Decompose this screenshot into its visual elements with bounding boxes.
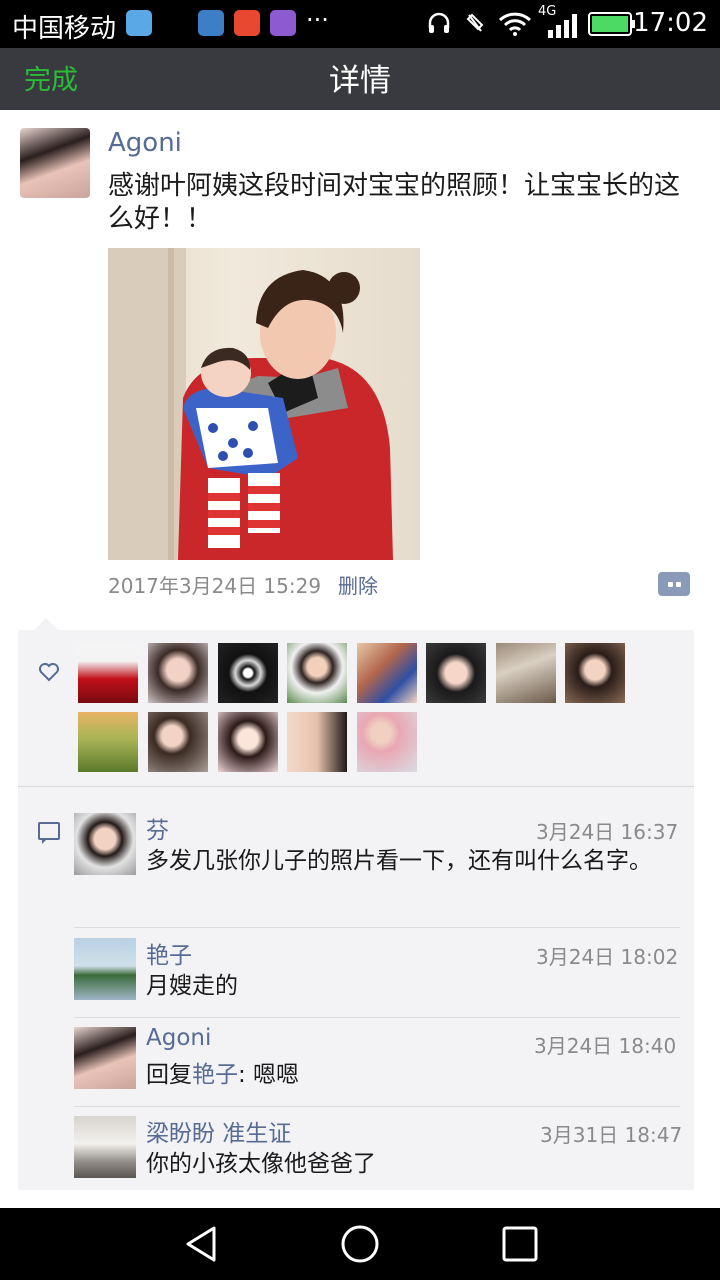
post-author-avatar[interactable]	[20, 128, 90, 198]
reply-target-name[interactable]: 艳子	[192, 1062, 238, 1088]
vibrate-off-icon	[466, 13, 484, 32]
commenter-avatar[interactable]	[74, 1027, 136, 1089]
comment-time: 3月24日 18:40	[534, 1034, 677, 1058]
comment-divider	[74, 1017, 680, 1018]
commenter-avatar[interactable]	[74, 938, 136, 1000]
like-avatar[interactable]	[287, 712, 347, 772]
comment-text[interactable]: 月嫂走的	[146, 971, 676, 1002]
page-title: 详情	[329, 63, 391, 99]
commenter-name[interactable]: 梁盼盼 准生证	[146, 1114, 291, 1148]
commenter-name[interactable]: Agoni	[146, 1025, 211, 1051]
comment-time: 3月31日 18:47	[540, 1123, 683, 1147]
system-nav-bar	[0, 1208, 720, 1280]
post-text: 感谢叶阿姨这段时间对宝宝的照顾！让宝宝长的这么好！！	[108, 171, 681, 234]
reply-body: : 嗯嗯	[238, 1062, 300, 1088]
comment-divider	[74, 1106, 680, 1107]
back-icon[interactable]	[182, 1224, 222, 1264]
like-avatar[interactable]	[218, 712, 278, 772]
more-notifications-icon: ···	[306, 6, 329, 34]
comment-text[interactable]: 多发几张你儿子的照片看一下，还有叫什么名字。	[146, 846, 676, 877]
comment-text[interactable]: 你的小孩太像他爸爸了	[146, 1149, 676, 1180]
like-avatar[interactable]	[148, 712, 208, 772]
wifi-icon	[498, 12, 532, 36]
photo-illustration	[108, 248, 393, 560]
like-avatar[interactable]	[496, 643, 556, 703]
like-avatar[interactable]	[426, 643, 486, 703]
comment-time: 3月24日 18:02	[536, 945, 679, 969]
commenter-name[interactable]: 芬	[146, 811, 169, 845]
navigation-bar: 详情 完成	[0, 48, 720, 110]
notification-app-icon	[198, 10, 224, 36]
carrier-label: 中国移动	[12, 14, 117, 44]
like-avatar[interactable]	[357, 643, 417, 703]
reply-prefix: 回复	[146, 1062, 192, 1088]
commenter-avatar[interactable]	[74, 813, 136, 875]
like-avatar[interactable]	[78, 712, 138, 772]
battery-icon	[588, 12, 635, 36]
post-author-name[interactable]: Agoni	[108, 128, 182, 158]
like-avatar[interactable]	[287, 643, 347, 703]
post-photo[interactable]	[108, 248, 420, 560]
notification-app-icon	[234, 10, 260, 36]
comment-divider	[74, 927, 680, 928]
heart-icon	[39, 663, 59, 682]
commenter-avatar[interactable]	[74, 1116, 136, 1178]
like-avatar[interactable]	[148, 643, 208, 703]
signal-icon	[548, 14, 577, 38]
like-avatar[interactable]	[565, 643, 625, 703]
post-timestamp: 2017年3月24日 15:29	[108, 574, 322, 598]
comment-icon	[38, 822, 60, 844]
notification-app-icon	[126, 10, 152, 36]
comment-time: 3月24日 16:37	[536, 820, 679, 844]
done-button[interactable]: 完成	[24, 58, 78, 97]
notification-app-icon	[270, 10, 296, 36]
like-avatar[interactable]	[218, 643, 278, 703]
section-divider	[18, 786, 694, 787]
clock: 17:02	[633, 8, 708, 38]
panel-pointer	[34, 618, 58, 630]
home-icon[interactable]	[340, 1224, 380, 1264]
like-avatar[interactable]	[78, 643, 138, 703]
more-options-icon[interactable]	[658, 572, 690, 596]
headphones-icon	[428, 12, 450, 33]
comment-text[interactable]: 回复艳子: 嗯嗯	[146, 1060, 676, 1091]
commenter-name[interactable]: 艳子	[146, 936, 192, 970]
like-avatar[interactable]	[357, 712, 417, 772]
delete-post-link[interactable]: 删除	[338, 570, 378, 599]
status-bar: 中国移动 ··· 4G 17:02	[0, 0, 720, 48]
recents-icon[interactable]	[502, 1226, 538, 1262]
